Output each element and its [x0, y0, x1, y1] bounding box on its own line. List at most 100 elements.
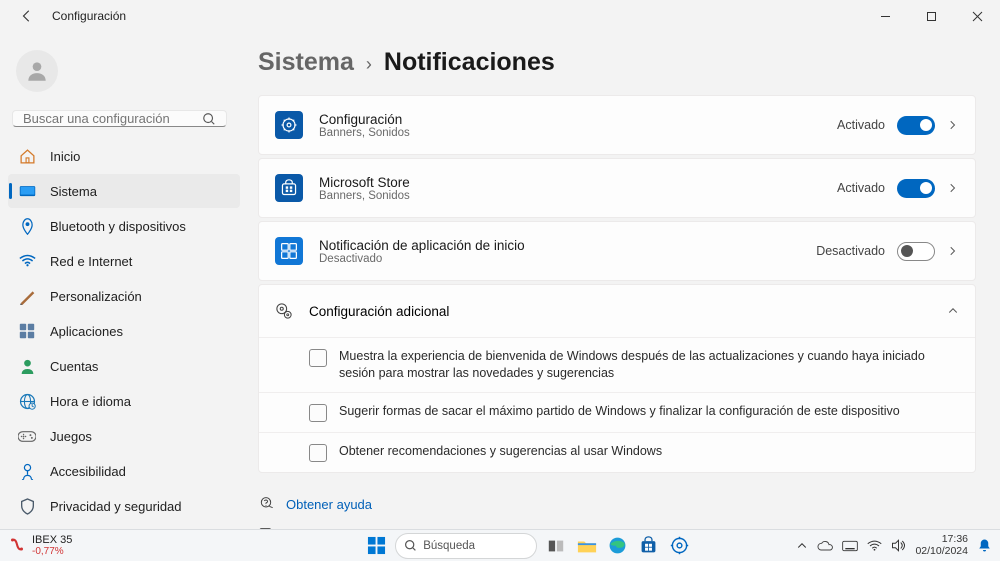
app-state: Desactivado — [816, 244, 885, 258]
nav-label: Personalización — [50, 289, 142, 304]
nav-icon-0 — [18, 147, 36, 165]
search-icon — [404, 539, 417, 552]
app-toggle[interactable] — [897, 179, 935, 198]
wifi-icon[interactable] — [867, 540, 882, 552]
sidebar-item-7[interactable]: Hora e idioma — [8, 384, 240, 418]
time: 17:36 — [915, 534, 968, 546]
app-sub: Banners, Sonidos — [319, 127, 837, 139]
start-button[interactable] — [364, 533, 389, 558]
task-view-icon[interactable] — [543, 533, 568, 558]
date: 02/10/2024 — [915, 546, 968, 558]
volume-icon[interactable] — [891, 539, 906, 552]
nav-icon-10 — [18, 497, 36, 515]
app-icon — [275, 111, 303, 139]
nav-icon-9 — [18, 462, 36, 480]
nav-icon-4 — [18, 287, 36, 305]
sidebar-item-6[interactable]: Cuentas — [8, 349, 240, 383]
nav-label: Hora e idioma — [50, 394, 131, 409]
back-button[interactable] — [20, 9, 34, 23]
nav-icon-7 — [18, 392, 36, 410]
stock-ticker: IBEX 35 — [32, 534, 72, 546]
app-state: Activado — [837, 181, 885, 195]
search-icon — [202, 112, 216, 126]
store-icon[interactable] — [636, 533, 661, 558]
checkbox[interactable] — [309, 349, 327, 367]
nav-label: Red e Internet — [50, 254, 132, 269]
option-0[interactable]: Muestra la experiencia de bienvenida de … — [259, 337, 975, 392]
app-card-0[interactable]: Configuración Banners, Sonidos Activado — [258, 95, 976, 155]
onedrive-icon[interactable] — [817, 540, 833, 552]
taskbar-search[interactable]: Búsqueda — [395, 533, 537, 559]
checkbox[interactable] — [309, 444, 327, 462]
option-label: Muestra la experiencia de bienvenida de … — [339, 348, 959, 382]
notification-bell-icon[interactable] — [977, 538, 992, 553]
nav-icon-3 — [18, 252, 36, 270]
nav-label: Accesibilidad — [50, 464, 126, 479]
taskbar-search-label: Búsqueda — [423, 540, 475, 552]
sidebar-item-3[interactable]: Red e Internet — [8, 244, 240, 278]
nav-icon-2 — [18, 217, 36, 235]
search-field[interactable] — [23, 111, 202, 126]
sidebar-item-0[interactable]: Inicio — [8, 139, 240, 173]
window-title: Configuración — [52, 9, 126, 23]
close-button[interactable] — [954, 0, 1000, 32]
chevron-right-icon — [947, 245, 959, 257]
nav-label: Sistema — [50, 184, 97, 199]
nav-icon-8 — [18, 427, 36, 445]
sidebar-item-8[interactable]: Juegos — [8, 419, 240, 453]
tray-chevron-icon[interactable] — [796, 540, 808, 552]
nav-label: Aplicaciones — [50, 324, 123, 339]
checkbox[interactable] — [309, 404, 327, 422]
chevron-up-icon — [947, 305, 959, 317]
additional-settings-title: Configuración adicional — [309, 304, 947, 319]
explorer-icon[interactable] — [574, 533, 599, 558]
search-input[interactable] — [12, 110, 227, 127]
app-sub: Desactivado — [319, 253, 816, 265]
app-card-1[interactable]: Microsoft Store Banners, Sonidos Activad… — [258, 158, 976, 218]
stock-widget[interactable]: IBEX 35 -0,77% — [32, 534, 72, 557]
breadcrumb-current: Notificaciones — [384, 48, 555, 77]
maximize-button[interactable] — [908, 0, 954, 32]
app-name: Notificación de aplicación de inicio — [319, 238, 816, 253]
nav-label: Juegos — [50, 429, 92, 444]
language-icon[interactable] — [842, 540, 858, 552]
sidebar-item-1[interactable]: Sistema — [8, 174, 240, 208]
app-toggle[interactable] — [897, 242, 935, 261]
sidebar-item-2[interactable]: Bluetooth y dispositivos — [8, 209, 240, 243]
get-help-label: Obtener ayuda — [286, 497, 372, 512]
minimize-button[interactable] — [862, 0, 908, 32]
option-label: Sugerir formas de sacar el máximo partid… — [339, 403, 900, 420]
app-sub: Banners, Sonidos — [319, 190, 837, 202]
clock[interactable]: 17:36 02/10/2024 — [915, 534, 968, 557]
get-help-link[interactable]: Obtener ayuda — [258, 495, 976, 514]
sidebar-item-9[interactable]: Accesibilidad — [8, 454, 240, 488]
avatar-icon — [16, 50, 58, 92]
app-state: Activado — [837, 118, 885, 132]
nav-icon-6 — [18, 357, 36, 375]
app-toggle[interactable] — [897, 116, 935, 135]
additional-settings-header[interactable]: Configuración adicional — [259, 285, 975, 337]
sidebar-item-4[interactable]: Personalización — [8, 279, 240, 313]
nav-icon-5 — [18, 322, 36, 340]
nav-label: Bluetooth y dispositivos — [50, 219, 186, 234]
breadcrumb: Sistema › Notificaciones — [258, 48, 976, 77]
app-name: Configuración — [319, 112, 837, 127]
profile[interactable] — [8, 40, 240, 110]
app-icon — [275, 237, 303, 265]
option-1[interactable]: Sugerir formas de sacar el máximo partid… — [259, 392, 975, 432]
chevron-right-icon — [947, 182, 959, 194]
app-card-2[interactable]: Notificación de aplicación de inicio Des… — [258, 221, 976, 281]
settings-gear-icon — [275, 302, 293, 320]
option-2[interactable]: Obtener recomendaciones y sugerencias al… — [259, 432, 975, 472]
nav-icon-1 — [18, 182, 36, 200]
chevron-right-icon — [947, 119, 959, 131]
settings-icon[interactable] — [667, 533, 692, 558]
app-icon — [275, 174, 303, 202]
help-icon — [258, 495, 274, 514]
sidebar-item-5[interactable]: Aplicaciones — [8, 314, 240, 348]
breadcrumb-parent[interactable]: Sistema — [258, 48, 354, 77]
edge-icon[interactable] — [605, 533, 630, 558]
nav-label: Cuentas — [50, 359, 98, 374]
option-label: Obtener recomendaciones y sugerencias al… — [339, 443, 662, 460]
sidebar-item-10[interactable]: Privacidad y seguridad — [8, 489, 240, 523]
